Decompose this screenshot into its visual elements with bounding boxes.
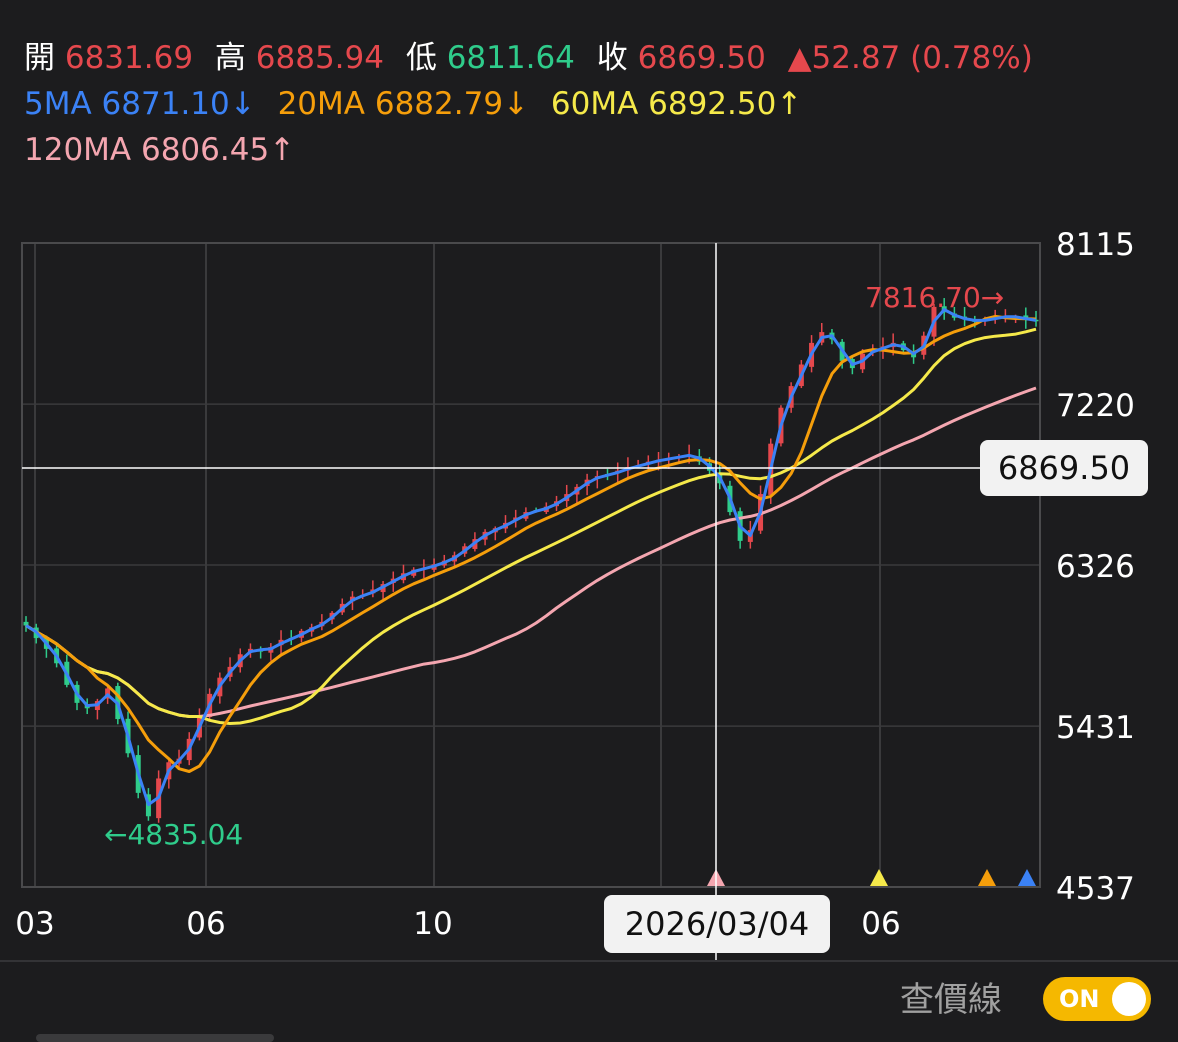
signal-markers [707,869,1036,886]
chart-grid [21,242,1041,888]
x-tick-label: 10 [413,906,452,942]
home-indicator [36,1034,274,1042]
x-tick-label: 06 [186,906,225,942]
ma5-line [25,308,1037,807]
price-line-label: 查價線 [900,980,1002,1020]
crosshair-price-badge: 6869.50 [980,440,1148,496]
ma20-line [25,314,1037,773]
crosshair-date-badge: 2026/03/04 [604,895,830,953]
signal-marker-orange [978,869,996,886]
footer-divider [0,960,1178,962]
ma120-line [25,386,1037,718]
min-annotation: ←4835.04 [104,818,243,851]
toggle-knob [1112,982,1146,1016]
price-line-toggle[interactable]: ON [1043,977,1151,1021]
moving-averages [25,308,1037,807]
toggle-on-text: ON [1059,985,1100,1013]
x-tick-label: 06 [861,906,900,942]
max-annotation: 7816.70→ [865,281,1004,314]
signal-marker-blue [1018,869,1036,886]
candles [23,298,1039,823]
y-tick-label: 4537 [1056,871,1135,907]
signal-marker-yellow [870,869,888,886]
y-tick-label: 6326 [1056,549,1135,585]
y-tick-label: 5431 [1056,710,1135,746]
y-tick-label: 7220 [1056,388,1135,424]
x-tick-label: 03 [15,906,54,942]
y-tick-label: 8115 [1056,227,1135,263]
